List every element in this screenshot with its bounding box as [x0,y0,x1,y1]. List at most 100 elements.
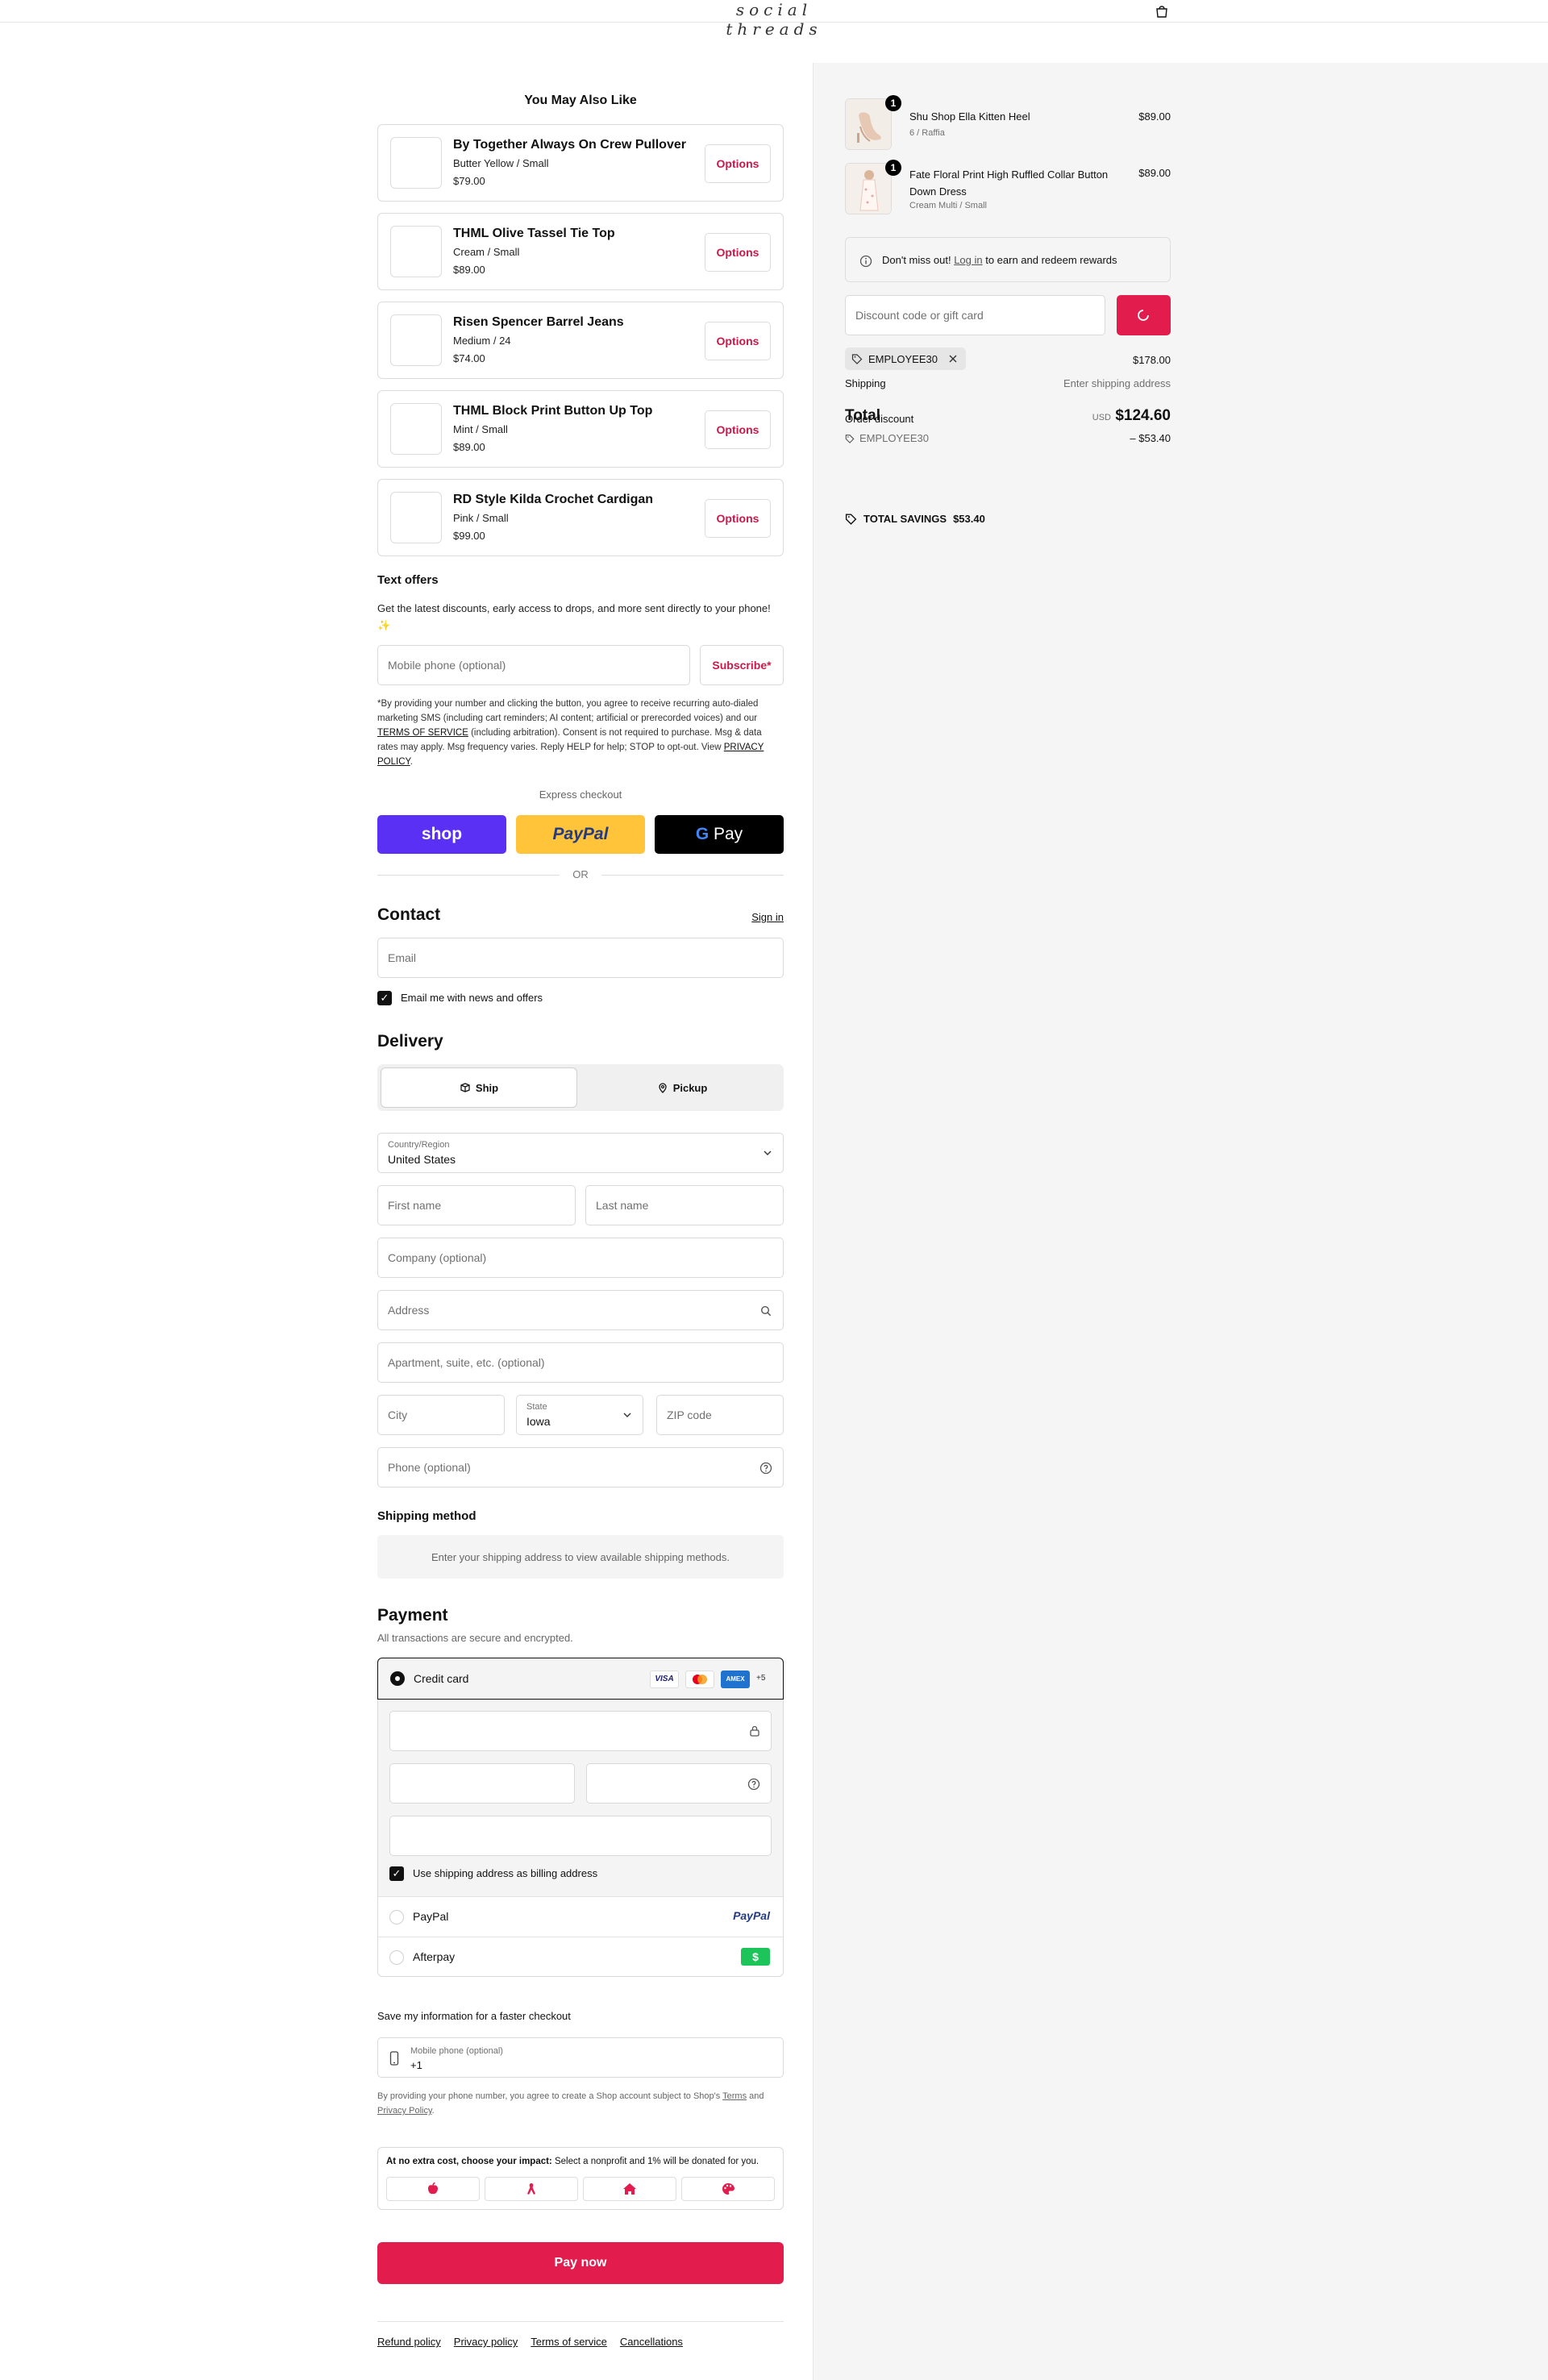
subtotal-value: $178.00 [1133,354,1171,366]
nonprofit-housing-option[interactable] [583,2177,676,2201]
sms-phone-input[interactable]: Mobile phone (optional) [377,645,690,685]
tag-icon [851,354,863,364]
disclaimer-text: *By providing your number and clicking t… [377,699,759,723]
pay-now-button[interactable]: Pay now [377,2242,784,2284]
visa-icon: VISA [650,1671,679,1688]
save-info-title: Save my information for a faster checkou… [377,2010,571,2022]
ribbon-icon [527,2183,535,2195]
options-button[interactable]: Options [705,144,771,183]
company-field[interactable]: Company (optional) [377,1238,784,1278]
pickup-option[interactable]: Pickup [584,1067,780,1108]
impact-title-bold: At no extra cost, choose your impact: [386,2157,552,2166]
name-on-card-field[interactable] [389,1816,772,1856]
total-savings-value: $53.40 [953,513,985,525]
total-savings-label: TOTAL SAVINGS [863,513,947,525]
country-select[interactable]: Country/Region United States [377,1133,784,1173]
help-circle-icon[interactable] [747,1778,760,1791]
impact-title: At no extra cost, choose your impact: Se… [386,2157,759,2166]
product-thumbnail [390,403,442,455]
note-text: . [431,2106,435,2116]
last-name-field[interactable]: Last name [585,1185,784,1225]
options-button[interactable]: Options [705,410,771,449]
save-info-phone-field[interactable]: Mobile phone (optional) +1 [377,2037,784,2078]
google-pay-button[interactable]: G Pay [655,815,784,854]
afterpay-logo-icon: $ [741,1948,770,1966]
radio-unselected[interactable] [389,1910,404,1924]
cart-item-image [845,163,892,214]
discount-code-input[interactable]: Discount code or gift card [845,295,1105,335]
payment-title: Payment [377,1606,448,1625]
rewards-text-after: to earn and redeem rewards [982,254,1117,266]
email-field[interactable]: Email [377,938,784,978]
radio-selected[interactable] [390,1671,405,1686]
delivery-method-toggle: Ship Pickup [377,1064,784,1111]
heel-shoe-image [846,99,891,149]
discount-amount: – $53.40 [1130,432,1171,444]
first-name-field[interactable]: First name [377,1185,576,1225]
rewards-text: Don't miss out! Log in to earn and redee… [882,254,1117,266]
recommendation-card: THML Block Print Button Up Top Mint / Sm… [377,390,784,468]
options-button[interactable]: Options [705,322,771,360]
amex-icon: AMEX [721,1671,750,1688]
apartment-field[interactable]: Apartment, suite, etc. (optional) [377,1342,784,1383]
shop-terms-link[interactable]: Terms [722,2091,747,2101]
afterpay-option[interactable]: Afterpay $ [378,1937,783,1976]
ship-option[interactable]: Ship [381,1067,577,1108]
store-logo[interactable]: social threads [693,0,855,39]
paypal-label: PayPal [413,1910,449,1923]
radio-unselected[interactable] [389,1950,404,1965]
rewards-text-before: Don't miss out! [882,254,955,266]
sms-disclaimer: *By providing your number and clicking t… [377,697,784,769]
credit-card-option[interactable]: Credit card VISA AMEX +5 [377,1658,784,1700]
address-field[interactable]: Address [377,1290,784,1330]
close-icon[interactable] [948,354,958,364]
currency-code: USD [1092,413,1111,422]
shop-privacy-link[interactable]: Privacy Policy [377,2106,432,2116]
city-field[interactable]: City [377,1395,505,1435]
shipping-method-title: Shipping method [377,1509,476,1523]
paypal-option[interactable]: PayPal PayPal [378,1896,783,1937]
terms-of-service-link[interactable]: Terms of service [531,2336,607,2348]
note-text: By providing your phone number, you agre… [377,2091,723,2101]
nonprofit-arts-option[interactable] [681,2177,775,2201]
terms-of-service-link[interactable]: TERMS OF SERVICE [377,728,468,738]
options-button[interactable]: Options [705,233,771,272]
zip-field[interactable]: ZIP code [656,1395,784,1435]
apply-discount-button[interactable] [1117,295,1171,335]
phone-field[interactable]: Phone (optional) [377,1447,784,1488]
express-checkout-title: Express checkout [539,788,622,801]
shop-pay-button[interactable]: shop [377,815,506,854]
card-cvv-field[interactable] [586,1763,772,1804]
divider [377,875,560,876]
country-label: Country/Region [388,1140,450,1150]
paypal-express-button[interactable]: PayPal [516,815,645,854]
subscribe-button[interactable]: Subscribe* [700,645,784,685]
discount-code-label: EMPLOYEE30 [868,352,938,365]
privacy-policy-link[interactable]: Privacy policy [454,2336,518,2348]
location-pin-icon [659,1083,667,1093]
help-circle-icon[interactable] [759,1462,772,1475]
news-checkbox[interactable]: ✓ [377,991,392,1005]
search-icon [760,1305,772,1317]
card-number-field[interactable] [389,1711,772,1751]
cart-bag-icon[interactable] [1155,5,1169,18]
nonprofit-health-option[interactable] [485,2177,578,2201]
product-price: $79.00 [453,175,485,187]
state-select[interactable]: State Iowa [516,1395,643,1435]
cart-item-quantity-badge: 1 [885,160,901,176]
card-expiry-field[interactable] [389,1763,575,1804]
billing-address-checkbox[interactable]: ✓ [389,1866,404,1881]
state-label: State [526,1402,547,1412]
shipping-value: Enter shipping address [1063,377,1171,389]
divider [377,2321,784,2322]
mobile-phone-icon [389,2051,399,2066]
cancellations-link[interactable]: Cancellations [620,2336,683,2348]
options-button[interactable]: Options [705,499,771,538]
contact-title: Contact [377,905,441,924]
sign-in-link[interactable]: Sign in [751,911,784,923]
refund-policy-link[interactable]: Refund policy [377,2336,441,2348]
log-in-link[interactable]: Log in [954,254,982,266]
afterpay-label: Afterpay [413,1950,456,1963]
nonprofit-food-option[interactable] [386,2177,480,2201]
news-checkbox-label: Email me with news and offers [401,992,543,1004]
